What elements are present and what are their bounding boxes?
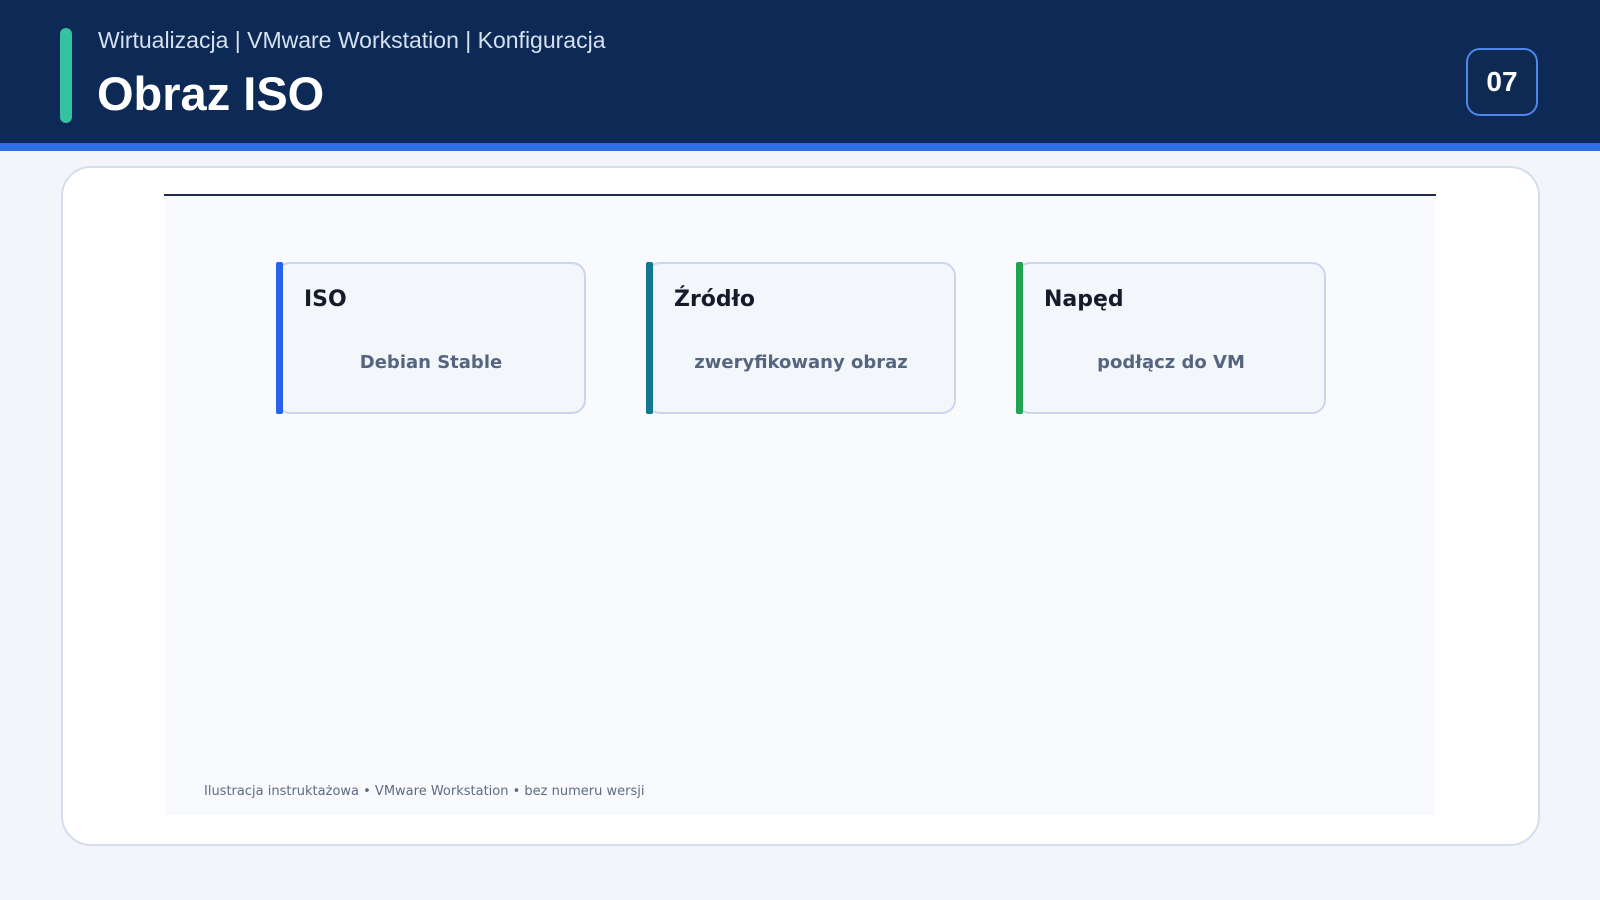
header-rule	[0, 143, 1600, 151]
card-value: podłącz do VM	[1097, 352, 1245, 373]
card-accent-stripe	[1016, 262, 1023, 414]
canvas-top-rule	[164, 194, 1436, 196]
card-title: ISO	[304, 287, 347, 312]
card-value: zweryfikowany obraz	[694, 352, 908, 373]
page-title: Obraz ISO	[97, 67, 325, 120]
card-iso: ISO Debian Stable	[276, 262, 586, 414]
slide-number-badge: 07	[1466, 48, 1538, 116]
footnote: Ilustracja instruktażowa • VMware Workst…	[204, 784, 645, 799]
card-title: Źródło	[674, 287, 755, 312]
card-accent-stripe	[646, 262, 653, 414]
illustration-canvas: ISO Debian Stable Źródło zweryfikowany o…	[164, 194, 1436, 815]
card-value: Debian Stable	[359, 352, 503, 373]
breadcrumb: Wirtualizacja | VMware Workstation | Kon…	[98, 27, 606, 53]
card-accent-stripe	[276, 262, 283, 414]
title-accent-bar	[60, 28, 72, 123]
card-drive: Napęd podłącz do VM	[1016, 262, 1326, 414]
card-title: Napęd	[1044, 287, 1124, 312]
card-source: Źródło zweryfikowany obraz	[646, 262, 956, 414]
